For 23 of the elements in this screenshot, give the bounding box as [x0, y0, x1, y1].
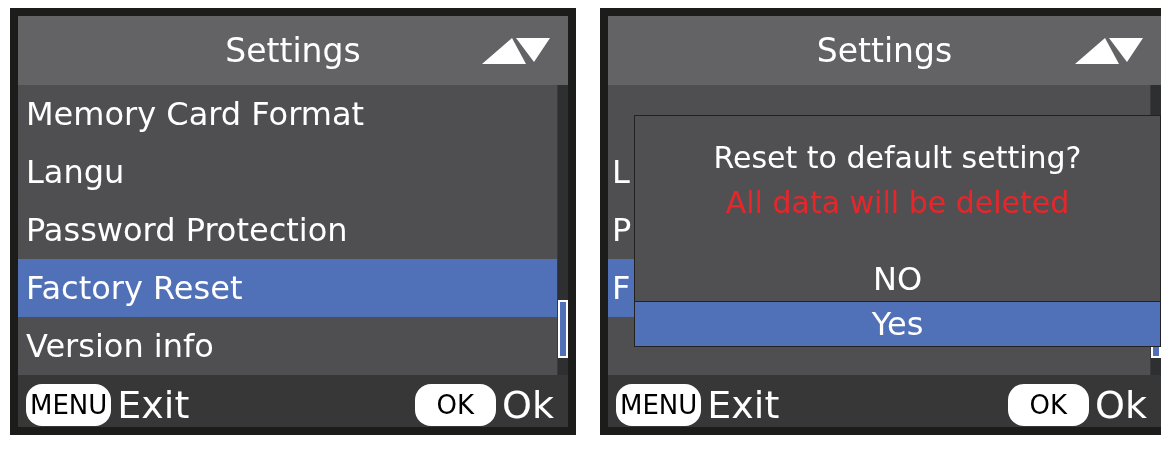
- menu-item[interactable]: Langu: [18, 143, 557, 201]
- dialog-option[interactable]: Yes: [635, 301, 1160, 346]
- menu-key[interactable]: MENU: [616, 384, 702, 426]
- screen-title: Settings: [816, 31, 953, 70]
- key-label: Ok: [502, 383, 554, 427]
- dialog-warning: All data will be deleted: [725, 185, 1070, 220]
- ok-key[interactable]: OK: [1007, 384, 1090, 426]
- key-label: Exit: [117, 383, 190, 427]
- menu-item[interactable]: Password Protection: [18, 201, 557, 259]
- dialog-question: Reset to default setting?: [713, 140, 1082, 175]
- up-down-arrows-icon: [482, 38, 550, 64]
- menu-item[interactable]: Memory Card Format: [18, 85, 557, 143]
- menu-item[interactable]: Version info: [18, 317, 557, 375]
- key-label: Exit: [707, 383, 780, 427]
- scrollbar[interactable]: [557, 85, 568, 375]
- ok-key[interactable]: OK: [414, 384, 497, 426]
- dialog-option[interactable]: NO: [635, 257, 1160, 301]
- menu-item[interactable]: Factory Reset: [18, 259, 557, 317]
- up-down-arrows-icon: [1075, 38, 1143, 64]
- scrollbar-thumb[interactable]: [558, 300, 568, 358]
- key-label: Ok: [1095, 383, 1147, 427]
- menu-key[interactable]: MENU: [26, 384, 112, 426]
- screen-title: Settings: [225, 31, 361, 70]
